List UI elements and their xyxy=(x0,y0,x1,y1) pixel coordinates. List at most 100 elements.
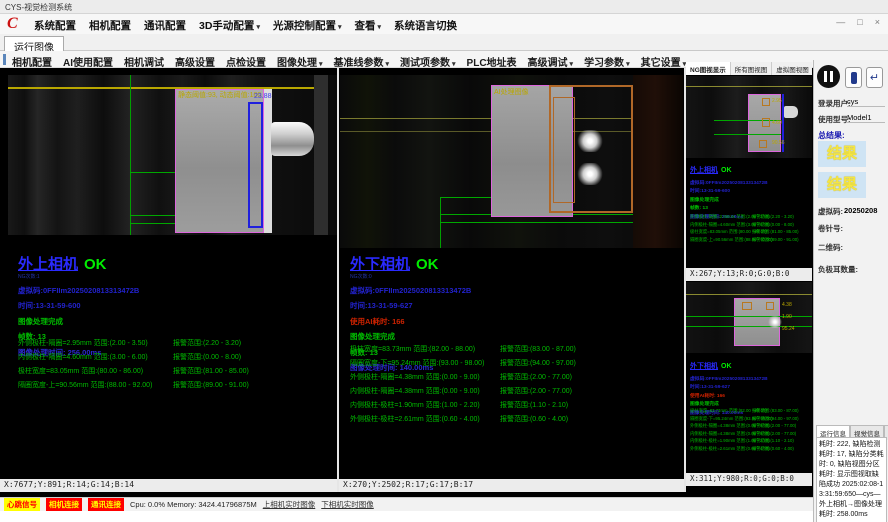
model-value[interactable]: Model1 xyxy=(847,113,885,123)
maximize-icon[interactable]: □ xyxy=(857,17,862,27)
close-icon[interactable]: × xyxy=(875,17,880,27)
camera1-time: 时间:13-31-59-600 xyxy=(18,300,338,311)
measure-label-overlay: 4.38 xyxy=(782,302,792,308)
measurement-row: 外侧极柱-隔圈=2.95mm 范围:(2.00 - 3.50)报警范围:(2.2… xyxy=(18,338,333,352)
toolbar-item-相机调试[interactable]: 相机调试 xyxy=(124,54,164,69)
thumbnail2-title: 外下相机 xyxy=(690,363,718,370)
background-band xyxy=(314,75,328,235)
thumbnail-view-upper[interactable]: 2.954.6090.56 xyxy=(686,76,812,158)
thumbnail2-time: 时间:13-31-59-627 xyxy=(690,383,812,390)
alarm-range-text: 报警范围:(83.00 - 87.00) xyxy=(500,344,576,354)
side-tab-所有图视图[interactable]: 所有图视图 xyxy=(731,62,773,75)
thumbnail2-coordinate-bar: X:311;Y:980;R:0;G:0;B:0 xyxy=(686,473,812,486)
defect-box-overlay xyxy=(762,98,770,106)
chevron-down-icon: ▾ xyxy=(570,61,574,68)
toolbar-item-图像处理[interactable]: 图像处理▾ xyxy=(277,54,323,69)
measurement-text: 内侧极柱-隔圈=4.60mm 范围:(3.00 - 6.00) xyxy=(18,352,148,362)
log-output[interactable]: 耗时: 222, 缺陷检测耗时: 17, 缺陷分类耗时: 0, 缺陷视图分区耗时… xyxy=(816,437,887,522)
measurement-row: 内侧极柱-隔圈=4.60mm 范围:(3.00 - 6.00) 报警范围:(0.0… xyxy=(18,352,333,366)
menu-item-系统语言切换[interactable]: 系统语言切换 xyxy=(394,18,457,33)
measure-line-overlay xyxy=(714,134,781,135)
side-tab-虚拟图视图[interactable]: 虚拟图视图 xyxy=(772,62,814,75)
toolbar-item-高级设置[interactable]: 高级设置 xyxy=(175,54,215,69)
measurement-row: 内侧极柱-隔圈=4.38mm 范围:(0.00 - 9.00)报警范围:(2.0… xyxy=(690,431,812,439)
toolbar-item-AI使用配置[interactable]: AI使用配置 xyxy=(63,54,113,69)
roi-rect-overlay xyxy=(248,102,263,228)
measurement-text: 隔圈宽度-上=90.56mm 范围:(88.00 - 92.00) xyxy=(18,380,152,390)
measure-line-overlay xyxy=(714,120,781,121)
camera-view-upper[interactable]: 静态阈值:93, 动态阈值:100 23.88 xyxy=(8,75,337,235)
title-bar: CYS-视觉检测系统 xyxy=(0,0,888,14)
chevron-down-icon: ▾ xyxy=(626,61,630,68)
thumbnail1-measurements: 外侧极柱-隔圈=2.95mm 范围:(2.00 - 3.50)报警范围:(2.2… xyxy=(690,214,812,244)
clip-object xyxy=(784,106,798,118)
tool-button-2[interactable]: ↵ xyxy=(866,67,883,88)
measure-value-overlay: 23.88 xyxy=(254,93,272,100)
alarm-range-text: 报警范围:(2.00 - 77.00) xyxy=(500,386,572,396)
camera-view-lower[interactable]: AI处理图像 xyxy=(340,75,683,248)
thumbnail2-ai-time: 使用AI耗时: 166 xyxy=(690,392,812,399)
camera1-result-badge: OK xyxy=(84,256,107,273)
return-arrow-icon: ↵ xyxy=(870,72,879,84)
measurement-row: 内侧极柱-极柱=1.90mm 范围:(1.00 - 2.20)报警范围:(1.1… xyxy=(350,400,680,414)
upper-camera-live-link[interactable]: 上相机实时图像 xyxy=(263,499,316,510)
thumbnail1-result-badge: OK xyxy=(721,167,732,174)
toolbar-item-相机配置[interactable]: 相机配置 xyxy=(12,54,52,69)
window-controls: — □ × xyxy=(836,17,880,27)
camera1-measurements: 外侧极柱-隔圈=2.95mm 范围:(2.00 - 3.50)报警范围:(2.2… xyxy=(18,338,333,394)
chevron-down-icon: ▾ xyxy=(338,24,342,31)
measurement-row: 内侧极柱-隔圈=4.60mm 范围:(3.00 - 6.00)报警范围:(0.0… xyxy=(690,222,812,230)
app-window: CYS-视觉检测系统 C 系统配置相机配置通讯配置3D手动配置▾光源控制配置▾查… xyxy=(0,0,888,522)
login-user-label: 登录用户: xyxy=(818,98,851,109)
alarm-range-text: 报警范围:(94.00 - 97.00) xyxy=(500,358,576,368)
toolbar-item-PLC地址表[interactable]: PLC地址表 xyxy=(467,54,517,69)
side-tab-NG图视显示[interactable]: NG图视显示 xyxy=(686,62,731,75)
thumbnail2-measurements: 极柱宽度=83.73mm 范围:(82.00 - 88.00)报警范围:(83.… xyxy=(690,408,812,453)
thumbnail1-barcode: 虚拟码:0FFIIm2025020813313472B xyxy=(690,179,812,186)
camera2-title: 外下相机 xyxy=(350,256,410,273)
measurement-text: 隔圈宽度-下=95.24mm 范围:(93.00 - 98.00) xyxy=(350,358,484,368)
alarm-range-text: 报警范围:(0.60 - 4.00) xyxy=(500,414,568,424)
menu-item-3D手动配置[interactable]: 3D手动配置▾ xyxy=(199,18,260,33)
bright-edge xyxy=(264,89,272,233)
reflective-tab xyxy=(768,316,782,328)
model-label: 使用型号: xyxy=(818,114,851,125)
toolbar-item-学习参数[interactable]: 学习参数▾ xyxy=(584,54,630,69)
measurement-text: 外侧极柱-极柱=2.61mm 范围:(0.60 - 4.00) xyxy=(350,414,480,424)
menu-item-相机配置[interactable]: 相机配置 xyxy=(89,18,131,33)
ai-roi-rect-overlay xyxy=(553,97,575,203)
toolbar-item-点检设置[interactable]: 点检设置 xyxy=(226,54,266,69)
thumbnail2-status: 图像处理完成 xyxy=(690,400,812,407)
background-band xyxy=(633,75,683,248)
minimize-icon[interactable]: — xyxy=(836,17,845,27)
alarm-range-text: 报警范围:(89.00 - 91.00) xyxy=(752,237,799,243)
roll-needle-label: 卷针号: xyxy=(818,223,843,234)
toolbar-grip xyxy=(3,54,6,65)
toolbar-item-测试项参数[interactable]: 测试项参数▾ xyxy=(400,54,456,69)
measurement-row: 极柱宽度=83.05mm 范围:(80.00 - 86.00)报警范围:(81.… xyxy=(18,366,333,380)
thumbnail-view-lower[interactable]: 4.381.9095.24 xyxy=(686,282,812,353)
total-result-label: 总结果: xyxy=(818,130,845,141)
menu-item-系统配置[interactable]: 系统配置 xyxy=(34,18,76,33)
measurement-row: 内侧极柱-隔圈=4.38mm 范围:(0.00 - 9.00)报警范围:(2.0… xyxy=(350,386,680,400)
alarm-range-text: 报警范围:(0.00 - 8.00) xyxy=(173,352,241,362)
measurement-row: 隔圈宽度-上=90.56mm 范围:(88.00 - 92.00)报警范围:(8… xyxy=(690,237,812,245)
tool-button-1[interactable] xyxy=(845,67,862,88)
pause-button[interactable] xyxy=(817,65,840,88)
menu-item-查看[interactable]: 查看▾ xyxy=(354,18,381,33)
status-bar: 心跳信号 相机连接 通讯连接 Cpu: 0.0% Memory: 3424.41… xyxy=(0,497,813,511)
measurement-row: 外侧极柱-隔圈=2.95mm 范围:(2.00 - 3.50)报警范围:(2.2… xyxy=(690,214,812,222)
measurement-row: 极柱宽度=83.73mm 范围:(82.00 - 88.00)报警范围:(83.… xyxy=(350,344,680,358)
menu-item-光源控制配置[interactable]: 光源控制配置▾ xyxy=(273,18,342,33)
toolbar-item-其它设置[interactable]: 其它设置▾ xyxy=(641,54,687,69)
menu-item-通讯配置[interactable]: 通讯配置 xyxy=(144,18,186,33)
alarm-range-text: 报警范围:(1.10 - 2.10) xyxy=(752,438,794,444)
toolbar-item-基准线参数[interactable]: 基准线参数▾ xyxy=(334,54,390,69)
measure-label-overlay: 2.95 xyxy=(772,98,782,104)
alarm-range-text: 报警范围:(2.20 - 3.20) xyxy=(173,338,241,348)
login-user-value[interactable]: cys xyxy=(847,97,885,107)
side-view-tabs: NG图视显示所有图视图虚拟图视图 xyxy=(686,62,812,75)
baseline-overlay xyxy=(8,87,320,89)
toolbar-item-高级调试[interactable]: 高级调试▾ xyxy=(528,54,574,69)
lower-camera-live-link[interactable]: 下相机实时图像 xyxy=(321,499,374,510)
